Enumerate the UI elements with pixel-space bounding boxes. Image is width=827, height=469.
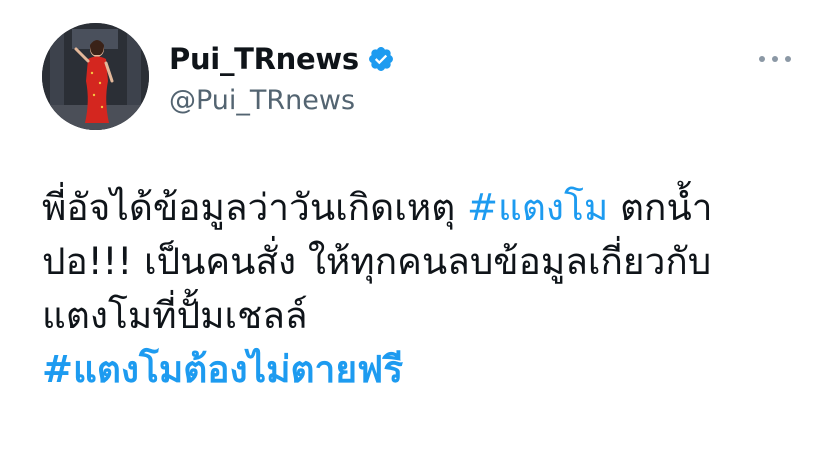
author-names: Pui_TRnews @Pui_TRnews xyxy=(169,39,395,116)
more-dot xyxy=(759,56,765,62)
avatar[interactable] xyxy=(42,23,149,130)
more-dot xyxy=(772,56,778,62)
display-name[interactable]: Pui_TRnews xyxy=(169,42,359,76)
handle[interactable]: @Pui_TRnews xyxy=(169,85,395,116)
display-name-row: Pui_TRnews xyxy=(169,39,395,79)
closing-hashtag-link[interactable]: #แตงโมต้องไม่ตายฟรี xyxy=(42,343,802,397)
tweet-line-1: พี่อัจได้ข้อมูลว่าวันเกิดเหตุ #แตงโม ตกน… xyxy=(42,181,802,235)
tweet-card[interactable]: Pui_TRnews @Pui_TRnews พี่อัจได้ข้อมูลว่… xyxy=(0,0,827,469)
tweet-line-1-tail: ตกน้ำ xyxy=(608,186,713,229)
tweet-text: พี่อัจได้ข้อมูลว่าวันเกิดเหตุ #แตงโม ตกน… xyxy=(42,181,802,397)
tweet-line-2: ปอ!!! เป็นคนสั่ง ให้ทุกคนลบข้อมูลเกี่ยวก… xyxy=(42,240,712,283)
tweet-line-3: แตงโมที่ปั้มเชลล์ xyxy=(42,294,308,337)
more-options-icon[interactable] xyxy=(759,53,791,65)
verified-badge-icon xyxy=(367,45,395,73)
tweet-header: Pui_TRnews @Pui_TRnews xyxy=(42,23,791,133)
hashtag-link[interactable]: #แตงโม xyxy=(467,186,608,229)
avatar-image xyxy=(42,23,149,130)
more-dot xyxy=(785,56,791,62)
tweet-line-1-text: พี่อัจได้ข้อมูลว่าวันเกิดเหตุ xyxy=(42,186,468,229)
